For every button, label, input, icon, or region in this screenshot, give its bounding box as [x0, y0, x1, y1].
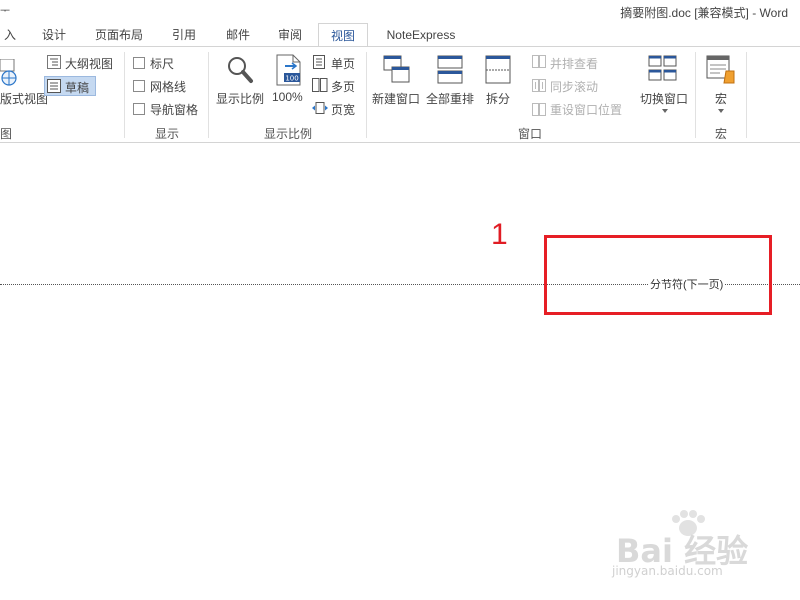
group-separator: [695, 52, 696, 138]
split-label[interactable]: 拆分: [486, 90, 510, 107]
group-separator: [366, 52, 367, 138]
arrange-all-icon[interactable]: [437, 55, 463, 85]
switch-window-icon[interactable]: [648, 55, 678, 83]
multi-page-icon: [312, 78, 328, 92]
left-cut-glyph: ᅮ: [0, 5, 11, 17]
zoom-group-label: 显示比例: [263, 127, 312, 141]
group-separator: [208, 52, 209, 138]
window-title: 摘要附图.doc [兼容模式] - Word: [620, 6, 788, 20]
outline-view-icon: [47, 55, 61, 69]
zoom-icon[interactable]: [226, 55, 254, 85]
new-window-label[interactable]: 新建窗口: [372, 90, 420, 107]
switch-window-label[interactable]: 切换窗口: [640, 90, 688, 107]
draft-view-icon: [47, 79, 61, 93]
chevron-down-icon[interactable]: [662, 109, 668, 113]
nav-pane-label: 导航窗格: [150, 103, 199, 117]
views-group-label: 图: [0, 127, 13, 141]
watermark-url: jingyan.baidu.com: [612, 564, 723, 578]
nav-pane-checkbox[interactable]: [133, 103, 145, 115]
arrange-all-label[interactable]: 全部重排: [426, 90, 474, 107]
ribbon-view: 版式视图 大纲视图 草稿 图 标尺 网格线 导航窗格 显示 显示比例 100 1…: [0, 47, 800, 143]
ruler-label: 标尺: [150, 57, 175, 71]
web-layout-icon[interactable]: [0, 59, 18, 89]
macros-label[interactable]: 宏: [715, 90, 727, 107]
group-separator: [124, 52, 125, 138]
annotation-highlight-box: [544, 235, 772, 315]
tab-design[interactable]: 设计: [36, 23, 72, 47]
watermark: Bai 经验 jingyan.baidu.com: [608, 510, 788, 590]
tab-view[interactable]: 视图: [318, 23, 368, 47]
page-width-button[interactable]: 页宽: [331, 101, 355, 118]
draft-view-label: 草稿: [65, 81, 90, 95]
gridlines-checkbox[interactable]: [133, 80, 145, 92]
reset-window-position-button[interactable]: 重设窗口位置: [550, 101, 622, 118]
tab-noteexpress[interactable]: NoteExpress: [378, 23, 464, 47]
window-group-label: 窗口: [517, 127, 542, 141]
page-width-icon: [312, 102, 328, 114]
gridlines-label: 网格线: [150, 80, 187, 94]
web-layout-label[interactable]: 版式视图: [0, 90, 48, 107]
macros-icon[interactable]: [706, 55, 736, 85]
tab-references[interactable]: 引用: [166, 23, 202, 47]
reset-window-position-icon: [532, 103, 546, 116]
one-page-icon: [313, 55, 325, 69]
multi-page-button[interactable]: 多页: [331, 78, 355, 95]
title-bar: ᅮ 摘要附图.doc [兼容模式] - Word: [0, 0, 800, 22]
annotation-number: 1: [491, 218, 508, 251]
side-by-side-icon: [532, 55, 546, 68]
tab-insert[interactable]: 入: [0, 23, 20, 47]
zoom-100-icon-text: 100: [285, 75, 298, 83]
tab-review[interactable]: 审阅: [272, 23, 308, 47]
show-group-label: 显示: [154, 127, 179, 141]
ribbon-tabs: 入 设计 页面布局 引用 邮件 审阅 视图 NoteExpress: [0, 23, 800, 47]
tab-page-layout[interactable]: 页面布局: [88, 23, 150, 47]
split-icon[interactable]: [485, 55, 511, 85]
macros-group-label: 宏: [714, 127, 727, 141]
new-window-icon[interactable]: [383, 55, 411, 85]
zoom-100-label[interactable]: 100%: [272, 90, 303, 104]
ruler-checkbox[interactable]: [133, 57, 145, 69]
one-page-button[interactable]: 单页: [331, 55, 355, 72]
sync-scroll-icon: [532, 79, 546, 92]
group-separator: [746, 52, 747, 138]
tab-mailings[interactable]: 邮件: [220, 23, 256, 47]
sync-scroll-button[interactable]: 同步滚动: [550, 78, 598, 95]
zoom-label[interactable]: 显示比例: [216, 90, 264, 107]
outline-view-button[interactable]: 大纲视图: [65, 55, 113, 72]
side-by-side-button[interactable]: 并排查看: [550, 55, 598, 72]
zoom-100-icon[interactable]: 100: [276, 54, 302, 86]
chevron-down-icon[interactable]: [718, 109, 724, 113]
